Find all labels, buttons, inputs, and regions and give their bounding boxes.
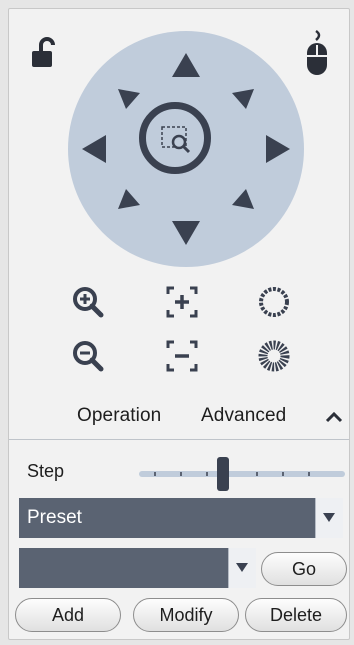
zoom-area-icon[interactable] [159, 122, 195, 158]
iris-open-icon[interactable] [257, 285, 291, 319]
iris-close-icon[interactable] [257, 339, 291, 373]
mouse-icon[interactable] [303, 29, 333, 79]
ptz-down-arrow-icon[interactable] [172, 221, 200, 245]
ptz-up-right-arrow-icon[interactable] [232, 89, 254, 109]
ptz-down-right-arrow-icon[interactable] [232, 189, 254, 209]
modify-button[interactable]: Modify [133, 598, 239, 632]
preset-select-value: Preset [27, 507, 82, 528]
chevron-down-icon [236, 563, 248, 572]
focus-far-icon[interactable] [165, 339, 199, 373]
go-button[interactable]: Go [261, 552, 347, 586]
step-slider-thumb[interactable] [217, 457, 229, 491]
ptz-up-arrow-icon[interactable] [172, 53, 200, 77]
preset-select[interactable]: Preset [19, 498, 343, 538]
delete-button[interactable]: Delete [245, 598, 347, 632]
preset-select-arrow[interactable] [315, 498, 343, 538]
preset-number-select[interactable] [19, 548, 256, 588]
unlock-icon[interactable] [31, 37, 55, 69]
ptz-panel: Operation Advanced Step Preset Go Add Mo… [8, 8, 350, 640]
tab-advanced[interactable]: Advanced [201, 405, 286, 427]
step-label: Step [27, 461, 65, 481]
chevron-up-icon[interactable] [325, 411, 343, 423]
ptz-left-arrow-icon[interactable] [82, 135, 106, 163]
add-button[interactable]: Add [15, 598, 121, 632]
ptz-up-left-arrow-icon[interactable] [118, 89, 140, 109]
ptz-right-arrow-icon[interactable] [266, 135, 290, 163]
ptz-down-left-arrow-icon[interactable] [118, 189, 140, 209]
tab-operation[interactable]: Operation [77, 405, 161, 427]
zoom-out-icon[interactable] [71, 339, 105, 373]
focus-near-icon[interactable] [165, 285, 199, 319]
step-slider[interactable] [139, 457, 351, 491]
ptz-tabs: Operation Advanced [9, 401, 349, 431]
preset-number-arrow[interactable] [228, 548, 256, 588]
zoom-in-icon[interactable] [71, 285, 105, 319]
chevron-down-icon [323, 513, 335, 522]
tabs-divider [9, 439, 349, 440]
